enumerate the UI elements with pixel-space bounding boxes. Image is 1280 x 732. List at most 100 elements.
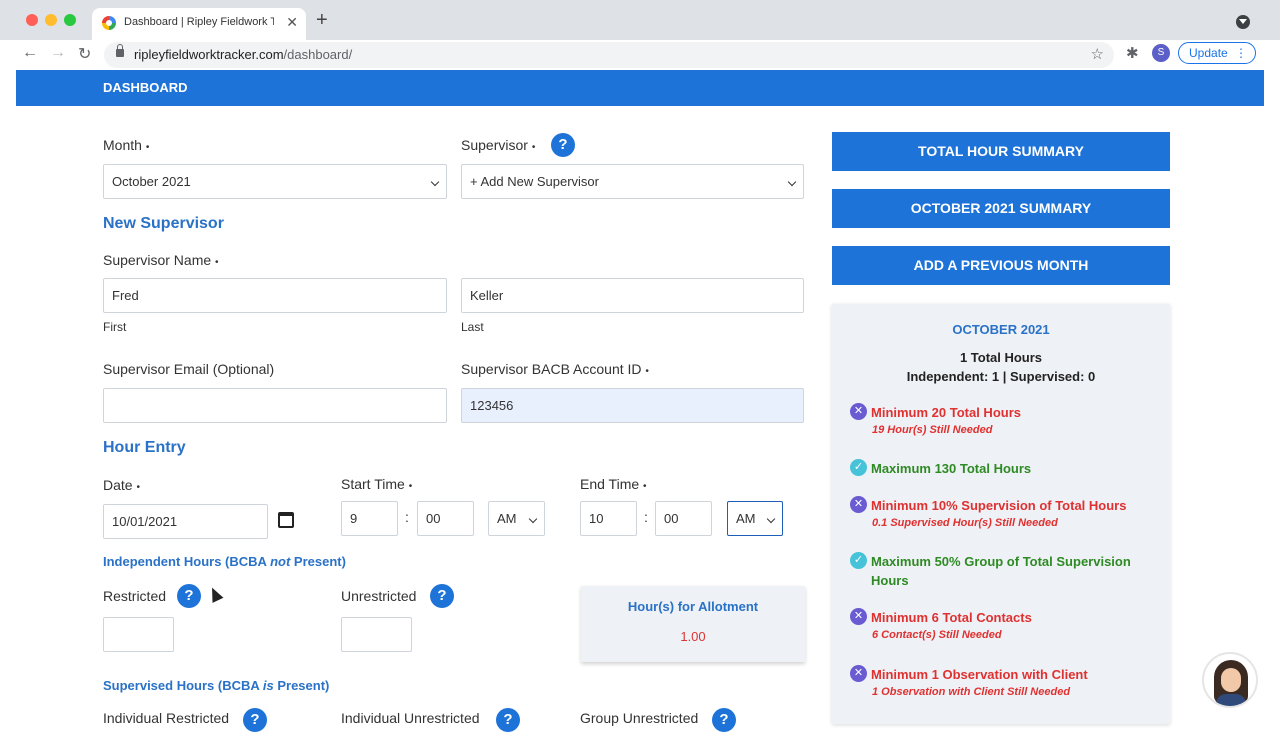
check-circle-icon: ✓	[850, 552, 867, 569]
requirement-text: Maximum 130 Total Hours	[871, 461, 1032, 476]
date-input[interactable]: 10/01/2021	[103, 504, 268, 539]
individual-restricted-label: Individual Restricted	[103, 710, 230, 726]
menu-dots-icon[interactable]: ⋮	[1235, 43, 1247, 63]
add-previous-month-button[interactable]: ADD A PREVIOUS MONTH	[832, 246, 1170, 285]
page-title: DASHBOARD	[103, 80, 188, 95]
x-circle-icon: ✕	[850, 608, 867, 625]
profile-avatar[interactable]: S	[1152, 44, 1170, 62]
x-circle-icon: ✕	[850, 665, 867, 682]
group-unrestricted-help-icon[interactable]: ?	[712, 708, 736, 732]
dashboard-header: DASHBOARD	[16, 70, 1264, 106]
supervisor-select[interactable]: + Add New Supervisor	[461, 164, 804, 199]
requirement-note: 0.1 Supervised Hour(s) Still Needed	[872, 517, 1058, 529]
individual-unrestricted-help-icon[interactable]: ?	[496, 708, 520, 732]
browser-toolbar: ← → ↻ ripleyfieldworktracker.com/dashboa…	[0, 40, 1280, 70]
monthly-summary-panel: OCTOBER 2021 1 Total Hours Independent: …	[832, 304, 1170, 724]
minimize-window-button[interactable]	[45, 14, 57, 26]
start-hour-input[interactable]: 9	[341, 501, 398, 536]
date-label: Date •	[103, 477, 140, 493]
summary-month-title: OCTOBER 2021	[952, 322, 1050, 337]
unrestricted-help-icon[interactable]: ?	[430, 584, 454, 608]
independent-hours-heading: Independent Hours (BCBA not Present)	[103, 554, 346, 569]
email-input[interactable]	[103, 388, 447, 423]
start-time-label: Start Time •	[341, 476, 413, 492]
maximize-window-button[interactable]	[64, 14, 76, 26]
allotment-value: 1.00	[680, 629, 706, 644]
new-tab-icon[interactable]: +	[316, 10, 328, 30]
url-text: ripleyfieldworktracker.com/dashboard/	[134, 47, 353, 62]
browser-tab[interactable]: Dashboard | Ripley Fieldwork T ✕	[92, 8, 306, 40]
lock-icon	[116, 44, 124, 57]
requirement-item: ✕ Minimum 6 Total Contacts 6 Contact(s) …	[850, 608, 1150, 641]
start-minute-input[interactable]: 00	[417, 501, 474, 536]
browser-tab-bar: Dashboard | Ripley Fieldwork T ✕ +	[0, 0, 1280, 40]
calendar-icon[interactable]	[278, 512, 294, 528]
update-button[interactable]: Update ⋮	[1178, 42, 1256, 64]
supervisor-name-label: Supervisor Name •	[103, 252, 219, 268]
extensions-puzzle-icon[interactable]: ✱	[1126, 44, 1139, 62]
first-name-input[interactable]: Fred	[103, 278, 447, 313]
summary-hours-split: Independent: 1 | Supervised: 0	[906, 369, 1096, 384]
hour-entry-heading: Hour Entry	[103, 439, 186, 456]
requirement-item: ✕ Minimum 1 Observation with Client 1 Ob…	[850, 665, 1150, 698]
requirement-text: Minimum 6 Total Contacts	[871, 610, 1032, 625]
last-caption: Last	[461, 320, 484, 334]
individual-unrestricted-label: Individual Unrestricted	[341, 710, 480, 726]
new-supervisor-heading: New Supervisor	[103, 215, 224, 232]
requirement-item: ✕ Minimum 10% Supervision of Total Hours…	[850, 496, 1150, 529]
bacb-id-label: Supervisor BACB Account ID •	[461, 361, 649, 377]
close-window-button[interactable]	[26, 14, 38, 26]
bookmark-star-icon[interactable]: ☆	[1091, 45, 1104, 63]
requirement-item: ✓ Maximum 130 Total Hours	[850, 459, 1150, 478]
address-bar[interactable]: ripleyfieldworktracker.com/dashboard/ ☆	[104, 42, 1114, 68]
requirement-note: 1 Observation with Client Still Needed	[872, 686, 1071, 698]
end-time-label: End Time •	[580, 476, 647, 492]
individual-restricted-help-icon[interactable]: ?	[243, 708, 267, 732]
mouse-cursor-icon	[206, 585, 224, 603]
email-label: Supervisor Email (Optional)	[103, 361, 275, 377]
end-minute-input[interactable]: 00	[655, 501, 712, 536]
allotment-card: Hour(s) for Allotment 1.00	[581, 586, 805, 662]
end-hour-input[interactable]: 10	[580, 501, 637, 536]
avatar-body	[1216, 694, 1246, 706]
unrestricted-label: Unrestricted	[341, 588, 417, 604]
chat-assistant-avatar[interactable]	[1202, 652, 1258, 708]
supervisor-help-icon[interactable]: ?	[551, 133, 575, 157]
site-favicon-icon	[102, 16, 116, 30]
restricted-label: Restricted	[103, 588, 167, 604]
total-hour-summary-button[interactable]: TOTAL HOUR SUMMARY	[832, 132, 1170, 171]
reload-icon[interactable]: ↻	[78, 44, 91, 64]
requirement-text: Minimum 20 Total Hours	[871, 405, 1021, 420]
month-select[interactable]: October 2021	[103, 164, 447, 199]
tab-search-icon[interactable]	[1236, 15, 1250, 29]
start-time-colon: :	[405, 509, 409, 525]
supervised-hours-heading: Supervised Hours (BCBA is Present)	[103, 678, 330, 693]
end-ampm-select[interactable]: AM	[727, 501, 783, 536]
bacb-id-input[interactable]: 123456	[461, 388, 804, 423]
start-ampm-select[interactable]: AM	[488, 501, 545, 536]
requirement-text: Minimum 10% Supervision of Total Hours	[871, 498, 1127, 513]
last-name-input[interactable]: Keller	[461, 278, 804, 313]
x-circle-icon: ✕	[850, 403, 867, 420]
month-summary-button[interactable]: OCTOBER 2021 SUMMARY	[832, 189, 1170, 228]
unrestricted-hours-input[interactable]	[341, 617, 412, 652]
requirement-item: ✕ Minimum 20 Total Hours 19 Hour(s) Stil…	[850, 403, 1150, 436]
requirement-text: Minimum 1 Observation with Client	[871, 667, 1088, 682]
restricted-help-icon[interactable]: ?	[177, 584, 201, 608]
end-time-colon: :	[644, 509, 648, 525]
requirement-note: 19 Hour(s) Still Needed	[872, 424, 993, 436]
requirement-text: Maximum 50% Group of Total Supervision H…	[871, 554, 1131, 588]
check-circle-icon: ✓	[850, 459, 867, 476]
requirement-note: 6 Contact(s) Still Needed	[872, 629, 1002, 641]
back-arrow-icon[interactable]: ←	[22, 44, 38, 62]
requirement-item: ✓ Maximum 50% Group of Total Supervision…	[850, 552, 1150, 590]
group-unrestricted-label: Group Unrestricted	[580, 710, 699, 726]
close-tab-icon[interactable]: ✕	[286, 14, 298, 31]
month-label: Month •	[103, 137, 150, 153]
supervisor-label: Supervisor •	[461, 137, 536, 153]
restricted-hours-input[interactable]	[103, 617, 174, 652]
summary-total-hours: 1 Total Hours	[959, 350, 1043, 365]
first-caption: First	[103, 320, 127, 334]
allotment-title: Hour(s) for Allotment	[627, 599, 759, 614]
forward-arrow-icon[interactable]: →	[50, 44, 66, 62]
